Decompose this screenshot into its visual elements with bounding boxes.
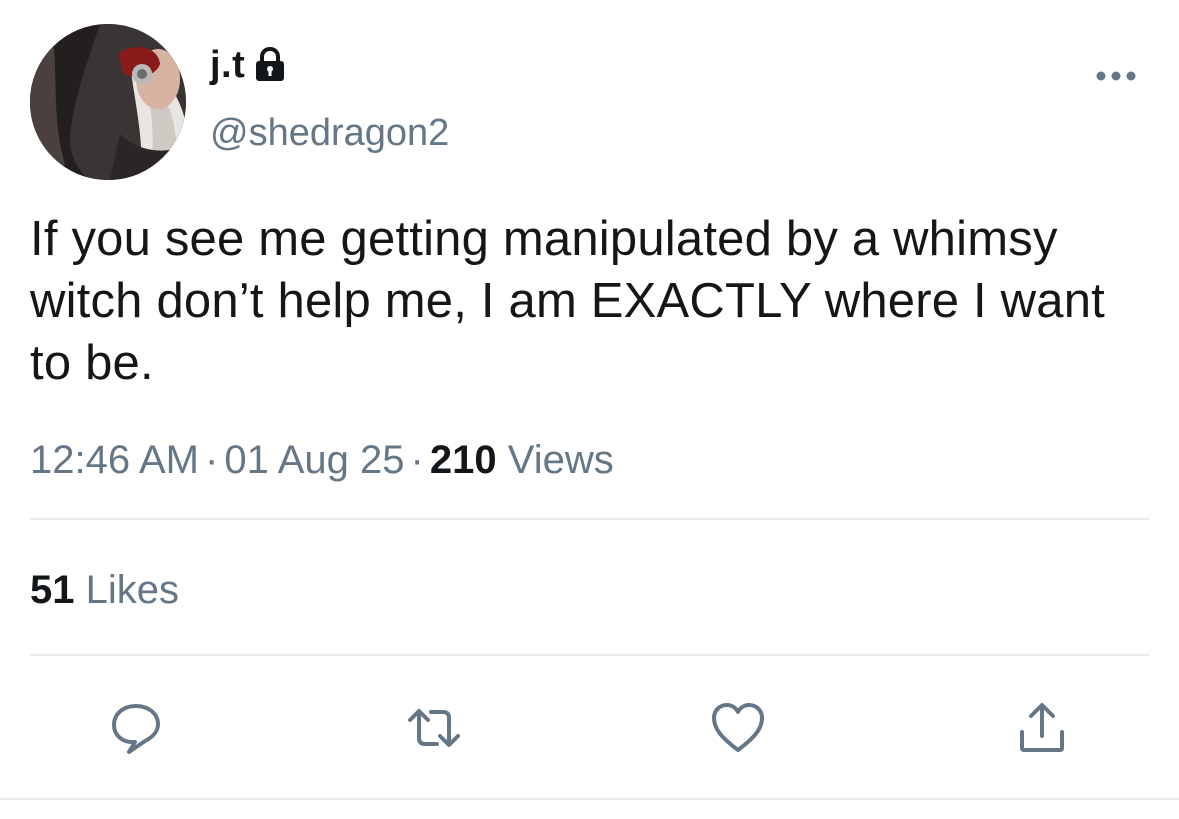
tweet-time[interactable]: 12:46 AM (30, 438, 199, 482)
heart-icon (712, 703, 764, 752)
divider (30, 518, 1149, 520)
reply-button[interactable] (106, 700, 166, 756)
divider (30, 654, 1149, 656)
more-horizontal-icon[interactable] (1096, 70, 1136, 82)
tweet-meta: 12:46 AM · 01 Aug 25 · 210 Views (30, 438, 614, 483)
likes-stat[interactable]: 51 Likes (30, 568, 179, 613)
avatar[interactable] (30, 24, 186, 180)
likes-count: 51 (30, 568, 75, 612)
tweet-date[interactable]: 01 Aug 25 (224, 438, 404, 482)
views-label: Views (507, 438, 614, 482)
share-button[interactable] (1012, 700, 1072, 756)
views-count: 210 (429, 438, 497, 482)
likes-label: Likes (85, 568, 180, 612)
display-name[interactable]: j.t (210, 46, 245, 84)
tweet-text: If you see me getting manipulated by a w… (30, 212, 1105, 390)
user-name-row: j.t (210, 46, 287, 84)
retweet-icon (408, 709, 460, 747)
like-button[interactable] (708, 700, 768, 756)
user-handle[interactable]: @shedragon2 (210, 112, 449, 155)
reply-icon (112, 704, 160, 754)
divider (0, 798, 1179, 800)
meta-separator: · (205, 438, 219, 482)
avatar-image (30, 24, 186, 180)
share-icon (1020, 703, 1064, 752)
retweet-button[interactable] (404, 700, 464, 756)
meta-separator: · (410, 438, 424, 482)
lock-icon (256, 47, 285, 81)
